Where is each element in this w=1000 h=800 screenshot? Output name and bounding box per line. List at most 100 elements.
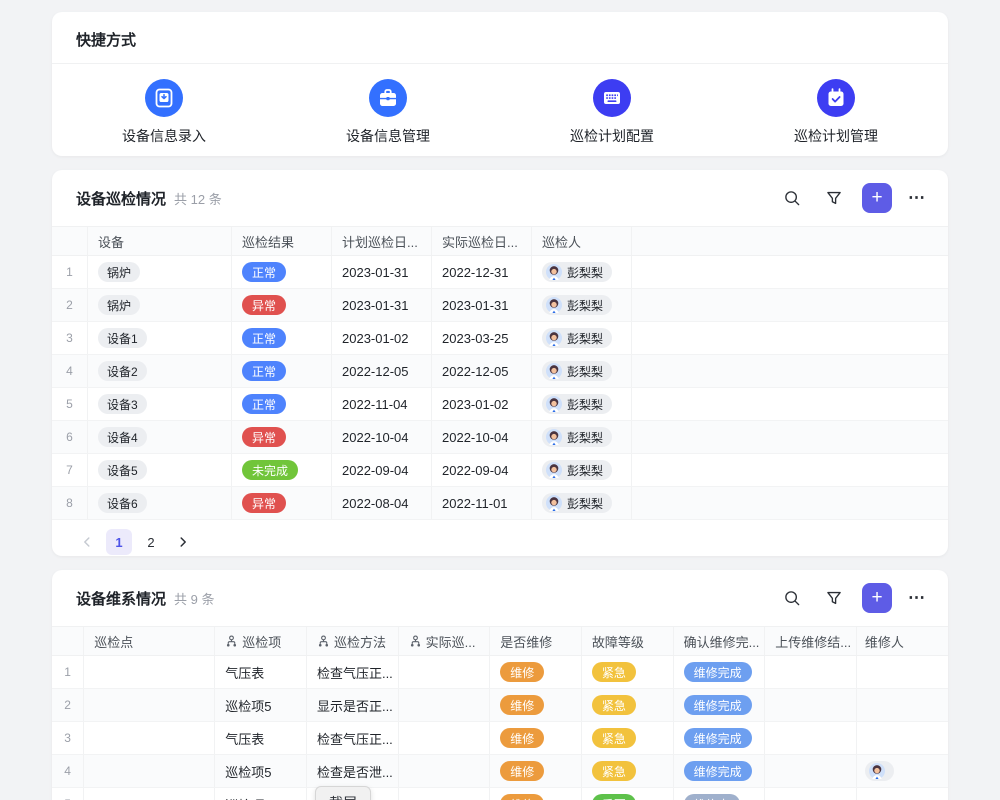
prev-page-button[interactable] bbox=[74, 529, 100, 555]
column-header-upload[interactable]: 上传维修结... bbox=[765, 627, 857, 655]
more-options-button[interactable]: ⋯ bbox=[906, 588, 928, 608]
upload-cell[interactable] bbox=[765, 788, 857, 800]
method-cell[interactable]: 检查气压正... bbox=[307, 722, 399, 754]
point-cell[interactable] bbox=[84, 788, 215, 800]
upload-cell[interactable] bbox=[765, 656, 857, 688]
device-cell[interactable]: 锅炉 bbox=[88, 256, 232, 288]
more-options-button[interactable]: ⋯ bbox=[906, 188, 928, 208]
table-row[interactable]: 8 设备6 异常 2022-08-04 2022-11-01 彭梨梨 bbox=[52, 487, 948, 520]
actual-date-cell[interactable]: 2022-12-05 bbox=[432, 355, 532, 387]
upload-cell[interactable] bbox=[765, 722, 857, 754]
item-cell[interactable]: 巡检项5 bbox=[215, 755, 307, 787]
table-row[interactable]: 5 设备3 正常 2022-11-04 2023-01-02 彭梨梨 bbox=[52, 388, 948, 421]
actual-cell[interactable] bbox=[399, 755, 491, 787]
device-cell[interactable]: 设备6 bbox=[88, 487, 232, 519]
inspector-cell[interactable]: 彭梨梨 bbox=[532, 322, 632, 354]
planned-date-cell[interactable]: 2022-12-05 bbox=[332, 355, 432, 387]
add-record-button[interactable]: + bbox=[862, 583, 892, 613]
column-header-level[interactable]: 故障等级 bbox=[582, 627, 674, 655]
column-header-device[interactable]: 设备 bbox=[88, 227, 232, 255]
table-row[interactable]: 1 锅炉 正常 2023-01-31 2022-12-31 彭梨梨 bbox=[52, 256, 948, 289]
device-cell[interactable]: 设备1 bbox=[88, 322, 232, 354]
shortcut-device-entry[interactable]: 设备信息录入 bbox=[52, 79, 276, 146]
point-cell[interactable] bbox=[84, 755, 215, 787]
column-header-item[interactable]: 巡检项 bbox=[215, 627, 307, 655]
planned-date-cell[interactable]: 2023-01-02 bbox=[332, 322, 432, 354]
worker-cell[interactable] bbox=[857, 755, 948, 787]
result-cell[interactable]: 正常 bbox=[232, 256, 332, 288]
repair-cell[interactable]: 维修 bbox=[490, 722, 582, 754]
table-row[interactable]: 2 锅炉 异常 2023-01-31 2023-01-31 彭梨梨 bbox=[52, 289, 948, 322]
table-row[interactable]: 5 巡检项5 显示是否正... 维修 重要 维修中 bbox=[52, 788, 948, 800]
result-cell[interactable]: 正常 bbox=[232, 322, 332, 354]
worker-cell[interactable] bbox=[857, 722, 948, 754]
search-button[interactable] bbox=[778, 584, 806, 612]
confirm-cell[interactable]: 维修完成 bbox=[674, 656, 766, 688]
inspector-cell[interactable]: 彭梨梨 bbox=[532, 289, 632, 321]
table-row[interactable]: 4 设备2 正常 2022-12-05 2022-12-05 彭梨梨 bbox=[52, 355, 948, 388]
confirm-cell[interactable]: 维修中 bbox=[674, 788, 766, 800]
table-row[interactable]: 3 气压表 检查气压正... 维修 紧急 维修完成 bbox=[52, 722, 948, 755]
filter-button[interactable] bbox=[820, 184, 848, 212]
device-cell[interactable]: 设备4 bbox=[88, 421, 232, 453]
actual-cell[interactable] bbox=[399, 788, 491, 800]
device-cell[interactable]: 设备2 bbox=[88, 355, 232, 387]
shortcut-device-manage[interactable]: 设备信息管理 bbox=[276, 79, 500, 146]
device-cell[interactable]: 设备5 bbox=[88, 454, 232, 486]
column-header-point[interactable]: 巡检点 bbox=[84, 627, 215, 655]
worker-cell[interactable] bbox=[857, 788, 948, 800]
actual-date-cell[interactable]: 2022-11-01 bbox=[432, 487, 532, 519]
shortcut-plan-config[interactable]: 巡检计划配置 bbox=[500, 79, 724, 146]
item-cell[interactable]: 气压表 bbox=[215, 722, 307, 754]
column-header-worker[interactable]: 维修人 bbox=[857, 627, 948, 655]
column-header-inspector[interactable]: 巡检人 bbox=[532, 227, 632, 255]
point-cell[interactable] bbox=[84, 689, 215, 721]
confirm-cell[interactable]: 维修完成 bbox=[674, 755, 766, 787]
inspector-cell[interactable]: 彭梨梨 bbox=[532, 388, 632, 420]
planned-date-cell[interactable]: 2022-08-04 bbox=[332, 487, 432, 519]
repair-cell[interactable]: 维修 bbox=[490, 788, 582, 800]
planned-date-cell[interactable]: 2023-01-31 bbox=[332, 256, 432, 288]
upload-cell[interactable] bbox=[765, 755, 857, 787]
column-header-planned-date[interactable]: 计划巡检日... bbox=[332, 227, 432, 255]
column-header-actual[interactable]: 实际巡... bbox=[399, 627, 491, 655]
result-cell[interactable]: 未完成 bbox=[232, 454, 332, 486]
planned-date-cell[interactable]: 2022-10-04 bbox=[332, 421, 432, 453]
result-cell[interactable]: 异常 bbox=[232, 421, 332, 453]
column-header-method[interactable]: 巡检方法 bbox=[307, 627, 399, 655]
column-header-repair[interactable]: 是否维修 bbox=[490, 627, 582, 655]
repair-cell[interactable]: 维修 bbox=[490, 755, 582, 787]
search-button[interactable] bbox=[778, 184, 806, 212]
next-page-button[interactable] bbox=[170, 529, 196, 555]
inspector-cell[interactable]: 彭梨梨 bbox=[532, 487, 632, 519]
actual-cell[interactable] bbox=[399, 722, 491, 754]
table-row[interactable]: 7 设备5 未完成 2022-09-04 2022-09-04 彭梨梨 bbox=[52, 454, 948, 487]
table-row[interactable]: 6 设备4 异常 2022-10-04 2022-10-04 彭梨梨 bbox=[52, 421, 948, 454]
upload-cell[interactable] bbox=[765, 689, 857, 721]
item-cell[interactable]: 巡检项5 bbox=[215, 788, 307, 800]
actual-cell[interactable] bbox=[399, 689, 491, 721]
inspector-cell[interactable]: 彭梨梨 bbox=[532, 355, 632, 387]
point-cell[interactable] bbox=[84, 656, 215, 688]
repair-cell[interactable]: 维修 bbox=[490, 656, 582, 688]
point-cell[interactable] bbox=[84, 722, 215, 754]
confirm-cell[interactable]: 维修完成 bbox=[674, 722, 766, 754]
level-cell[interactable]: 紧急 bbox=[582, 755, 674, 787]
column-header-actual-date[interactable]: 实际巡检日... bbox=[432, 227, 532, 255]
device-cell[interactable]: 锅炉 bbox=[88, 289, 232, 321]
column-header-result[interactable]: 巡检结果 bbox=[232, 227, 332, 255]
planned-date-cell[interactable]: 2022-09-04 bbox=[332, 454, 432, 486]
worker-cell[interactable] bbox=[857, 656, 948, 688]
actual-date-cell[interactable]: 2022-09-04 bbox=[432, 454, 532, 486]
column-header-confirm[interactable]: 确认维修完... bbox=[674, 627, 766, 655]
actual-date-cell[interactable]: 2023-01-31 bbox=[432, 289, 532, 321]
table-row[interactable]: 2 巡检项5 显示是否正... 维修 紧急 维修完成 bbox=[52, 689, 948, 722]
worker-cell[interactable] bbox=[857, 689, 948, 721]
actual-date-cell[interactable]: 2022-12-31 bbox=[432, 256, 532, 288]
method-cell[interactable]: 检查气压正... bbox=[307, 656, 399, 688]
actual-date-cell[interactable]: 2023-01-02 bbox=[432, 388, 532, 420]
inspector-cell[interactable]: 彭梨梨 bbox=[532, 421, 632, 453]
filter-button[interactable] bbox=[820, 584, 848, 612]
page-button-2[interactable]: 2 bbox=[138, 529, 164, 555]
planned-date-cell[interactable]: 2022-11-04 bbox=[332, 388, 432, 420]
